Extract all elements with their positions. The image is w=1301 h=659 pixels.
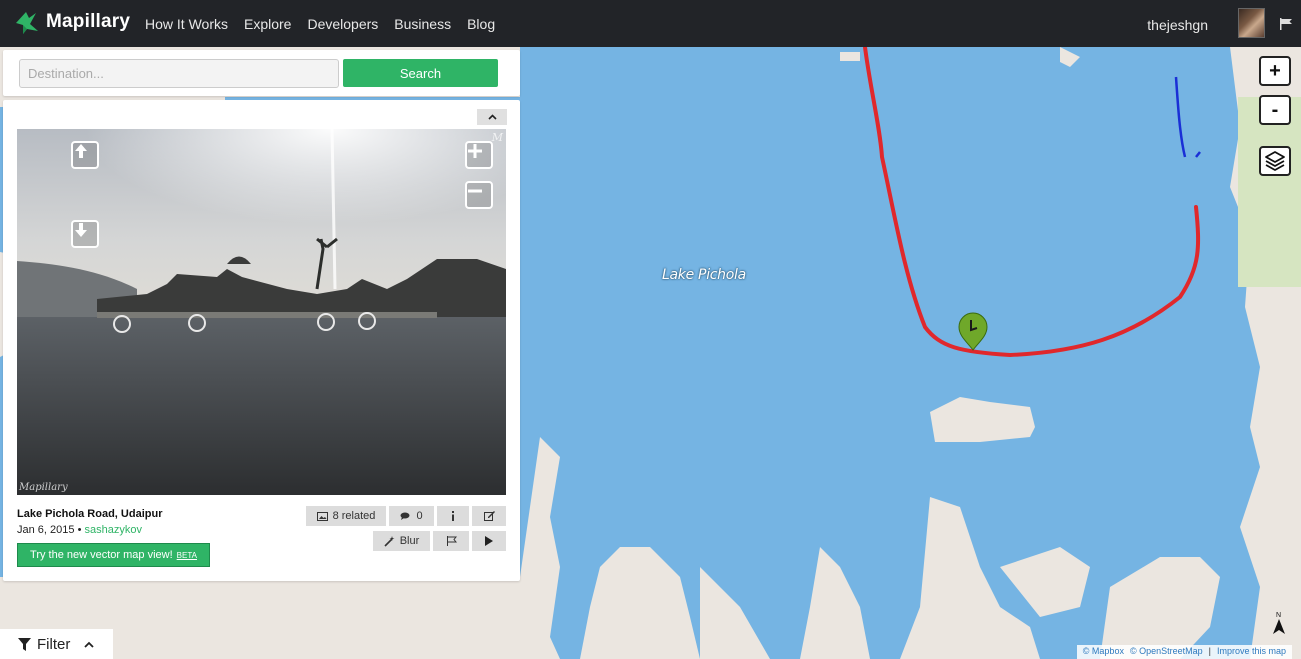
attribution-separator: | <box>1208 646 1211 656</box>
image-date: Jan 6, 2015 <box>17 524 75 536</box>
edit-button[interactable] <box>472 506 506 526</box>
chevron-up-icon <box>487 114 497 120</box>
move-forward-arrow[interactable] <box>71 141 99 169</box>
author-link[interactable]: sashazykov <box>84 524 141 536</box>
image-panel: M Mapillary Lake Pichola Road, Udaipur J… <box>3 100 520 581</box>
street-photo <box>17 129 506 495</box>
minus-icon <box>468 189 482 193</box>
edit-icon <box>483 511 495 521</box>
mapillary-logo-icon <box>16 12 38 34</box>
lake-label: Lake Pichola <box>662 267 746 283</box>
mini-logo: M <box>491 131 503 144</box>
magic-wand-icon <box>384 535 395 547</box>
map-park <box>1238 97 1301 287</box>
flag-outline-icon <box>446 536 457 546</box>
arrow-up-icon <box>75 144 87 158</box>
nav-developers[interactable]: Developers <box>307 16 378 32</box>
filter-icon <box>18 637 31 651</box>
meta-separator: • <box>77 524 82 536</box>
blur-button[interactable]: Blur <box>373 531 430 551</box>
neighbor-image-dot[interactable] <box>358 312 376 330</box>
filter-label: Filter <box>37 635 71 653</box>
search-button[interactable]: Search <box>343 59 498 87</box>
osm-attribution-link[interactable]: © OpenStreetMap <box>1130 646 1203 658</box>
nav-blog[interactable]: Blog <box>467 16 495 32</box>
flag-icon[interactable] <box>1279 18 1293 30</box>
image-location: Lake Pichola Road, Udaipur <box>17 508 163 520</box>
play-button[interactable] <box>472 531 506 551</box>
mapbox-attribution-link[interactable]: © Mapbox <box>1083 646 1124 658</box>
main-nav: How It Works Explore Developers Business… <box>145 0 495 47</box>
blur-label: Blur <box>399 535 420 547</box>
neighbor-image-dot[interactable] <box>317 313 335 331</box>
top-navbar: Mapillary How It Works Explore Developer… <box>0 0 1301 47</box>
map-attribution: © Mapbox © OpenStreetMap | Improve this … <box>1076 645 1292 659</box>
vector-map-button[interactable]: Try the new vector map view! BETA <box>17 543 210 567</box>
info-icon <box>452 511 454 521</box>
image-icon <box>316 511 328 521</box>
neighbor-image-dot[interactable] <box>188 314 206 332</box>
brand-name: Mapillary <box>46 11 131 32</box>
destination-search-input[interactable] <box>19 59 339 88</box>
layers-button[interactable] <box>1259 146 1291 176</box>
related-count-label: 8 related <box>332 510 376 522</box>
info-button[interactable] <box>437 506 469 526</box>
layers-icon <box>1265 151 1285 171</box>
play-icon <box>485 536 493 546</box>
chevron-up-icon <box>84 641 94 648</box>
nav-how-it-works[interactable]: How It Works <box>145 16 228 32</box>
plus-icon <box>468 144 482 158</box>
north-label: N <box>1276 612 1281 619</box>
brand-logo[interactable]: Mapillary <box>14 9 130 35</box>
north-arrow-icon: N <box>1273 612 1285 634</box>
collapse-panel-button[interactable] <box>477 109 507 125</box>
avatar[interactable] <box>1238 8 1265 38</box>
beta-badge: BETA <box>176 550 197 560</box>
image-zoom-in-button[interactable] <box>465 141 493 169</box>
map-zoom-out-button[interactable]: - <box>1259 95 1291 125</box>
filter-toggle[interactable]: Filter <box>0 629 113 659</box>
image-meta: Jan 6, 2015 • sashazykov <box>17 524 142 536</box>
neighbor-image-dot[interactable] <box>113 315 131 333</box>
improve-map-link[interactable]: Improve this map <box>1217 646 1286 658</box>
arrow-down-icon <box>75 223 87 237</box>
image-zoom-out-button[interactable] <box>465 181 493 209</box>
search-panel: Search <box>3 50 520 96</box>
nav-explore[interactable]: Explore <box>244 16 291 32</box>
comments-count: 0 <box>416 510 423 522</box>
related-images-button[interactable]: 8 related <box>306 506 386 526</box>
nav-business[interactable]: Business <box>394 16 451 32</box>
report-button[interactable] <box>433 531 469 551</box>
image-viewer[interactable]: M Mapillary <box>17 129 506 495</box>
move-backward-arrow[interactable] <box>71 220 99 248</box>
comments-button[interactable]: 0 <box>389 506 434 526</box>
vector-map-label: Try the new vector map view! <box>30 549 173 561</box>
comments-icon <box>400 512 410 520</box>
image-watermark: Mapillary <box>19 482 68 493</box>
map-zoom-in-button[interactable]: + <box>1259 56 1291 86</box>
username-link[interactable]: thejeshgn <box>1147 17 1208 33</box>
